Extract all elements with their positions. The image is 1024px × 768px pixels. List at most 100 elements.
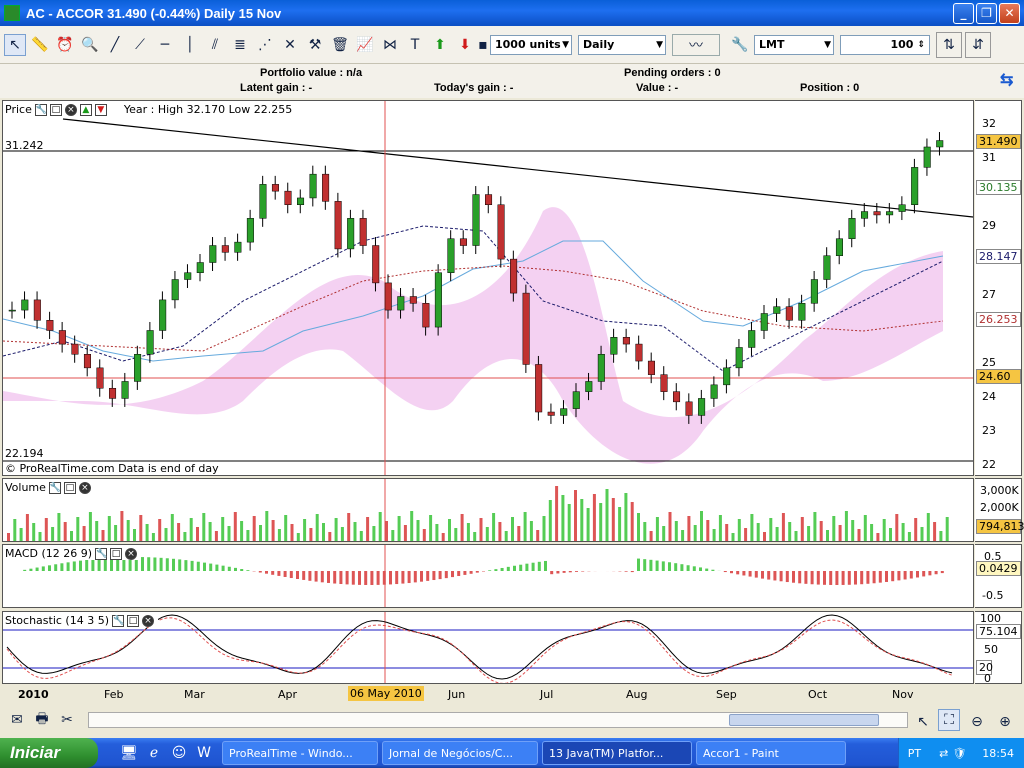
wrench-icon[interactable]: 🔧 [48,481,61,494]
volume-bar [76,517,80,541]
volume-bar [328,532,332,541]
volume-bar [397,516,401,541]
window-title: AC - ACCOR 31.490 (-0.44%) Daily 15 Nov [26,5,282,21]
task-java[interactable]: 13 Java(TM) Platfor... [542,741,692,765]
desktop-icon[interactable]: 🖥 [118,742,140,764]
ie-icon[interactable]: ℯ [143,742,165,764]
zoom-out-icon[interactable]: ⊖ [966,711,988,733]
pending-orders[interactable]: Pending orders : 0 [624,67,721,79]
macd-bar [891,571,895,582]
zoom-icon[interactable]: 🔍 [79,34,101,56]
ma-mid-tag: 28.147 [976,249,1021,264]
vertical-line-icon[interactable]: │ [179,34,201,56]
task-jornal[interactable]: Jornal de Negócios/C... [382,741,538,765]
start-button[interactable]: Iniciar [0,738,98,768]
horizontal-scrollbar[interactable] [88,712,908,728]
task-prorealtime[interactable]: ProRealTime - Windo... [222,741,378,765]
zoom-in-icon[interactable]: ⊕ [994,711,1016,733]
restore-button[interactable]: ❐ [976,3,997,24]
macd-bar [165,558,169,571]
volume-bar [826,530,829,541]
line-tool-icon[interactable]: ╱ [104,34,126,56]
tools-icon[interactable]: ⚒ [304,34,326,56]
close-panel-icon[interactable]: × [125,547,138,560]
trend-icon[interactable]: 📈 [354,34,376,56]
down-panel-icon[interactable]: ▼ [94,103,107,116]
macd-bar [438,571,442,580]
macd-panel[interactable]: MACD (12 26 9) 🔧 □ × [2,544,974,608]
candle [259,184,267,219]
wrench-icon[interactable]: 🔧 [34,103,47,116]
task-paint[interactable]: Accor1 - Paint [696,741,846,765]
scissors-icon[interactable]: ✂ [56,709,78,731]
volume-bar [82,526,86,541]
wrench-icon[interactable]: 🔧 [95,547,107,560]
volume-panel[interactable]: Volume 🔧 □ × [2,478,974,542]
units-select[interactable]: 1000 units ▼ [490,34,572,55]
up-arrow-icon[interactable]: ⬆ [429,34,451,56]
ruler-icon[interactable]: 📏 [29,34,51,56]
indicators-icon[interactable]: 〰 [672,33,720,56]
close-panel-icon[interactable]: × [78,481,91,494]
maximize-panel-icon[interactable]: □ [127,614,140,627]
volume-bar [498,522,502,541]
candle [936,140,944,148]
quantity-input[interactable]: 100 ⇕ [840,34,930,55]
period-select[interactable]: Daily ▼ [578,34,666,55]
fibonacci-icon[interactable]: ≣ [229,34,251,56]
minimize-button[interactable]: _ [953,3,974,24]
pointer-icon[interactable]: ↖ [4,33,26,56]
close-panel-icon[interactable]: × [64,103,77,116]
horizontal-line-icon[interactable]: ─ [154,34,176,56]
candle [347,218,355,250]
word-icon[interactable]: W [193,742,215,764]
settings-wrench-icon[interactable]: 🔧 [729,34,751,56]
macd-bar [513,565,516,571]
position[interactable]: Position : 0 [800,82,859,94]
language-indicator[interactable]: PT [908,747,921,760]
zoom-fit-icon[interactable]: ⛶ [938,709,960,731]
volume-bar [781,513,785,541]
candle [21,299,29,311]
security-icon[interactable]: 🛡 [952,747,966,760]
price-tick: 27 [982,288,996,301]
volume-bar [643,522,647,541]
volume-bar [914,518,918,541]
wrench-icon[interactable]: 🔧 [112,614,124,627]
network-icon[interactable]: ⇄ [939,747,948,760]
macd-bar [23,569,27,571]
pattern-icon[interactable]: ⋈ [379,34,401,56]
cross-icon[interactable]: ✕ [279,34,301,56]
up-panel-icon[interactable]: ▲ [79,103,92,116]
close-panel-icon[interactable]: × [142,614,155,627]
candle [861,211,869,219]
candle [271,184,279,192]
volume-bar [662,526,666,541]
price-panel[interactable]: Price 🔧 □ × ▲ ▼ Year : High 32.170 Low 2… [2,100,974,476]
refresh-icon[interactable]: ⇆ [1000,70,1013,90]
text-tool-icon[interactable]: T [404,34,426,56]
ray-tool-icon[interactable]: ⟋ [129,34,151,56]
order-type-select[interactable]: LMT ▼ [754,34,834,55]
print-icon[interactable]: 🖶 [31,709,53,731]
sell-order-icon[interactable]: ⇵ [965,31,991,58]
alarm-icon[interactable]: ⏰ [54,34,76,56]
email-icon[interactable]: ✉ [6,709,28,731]
scrollbar-thumb[interactable] [729,714,879,726]
volume-bar [151,533,155,541]
channel-icon[interactable]: ⫽ [204,34,226,56]
volume-bar [196,527,199,541]
messenger-icon[interactable]: ☺ [168,742,190,764]
buy-order-icon[interactable]: ⇅ [936,31,962,58]
down-arrow-icon[interactable]: ⬇ [454,34,476,56]
maximize-panel-icon[interactable]: □ [49,103,62,116]
close-button[interactable]: ✕ [999,3,1020,24]
delete-icon[interactable]: 🗑 [329,34,351,56]
macd-bar [29,568,33,571]
maximize-panel-icon[interactable]: □ [63,481,76,494]
stochastic-panel[interactable]: Stochastic (14 3 5) 🔧 □ × [2,611,974,684]
cursor-tool-icon[interactable]: ↖ [912,711,934,733]
macd-panel-title: MACD (12 26 9) [5,547,93,560]
fan-icon[interactable]: ⋰ [254,34,276,56]
maximize-panel-icon[interactable]: □ [110,547,123,560]
